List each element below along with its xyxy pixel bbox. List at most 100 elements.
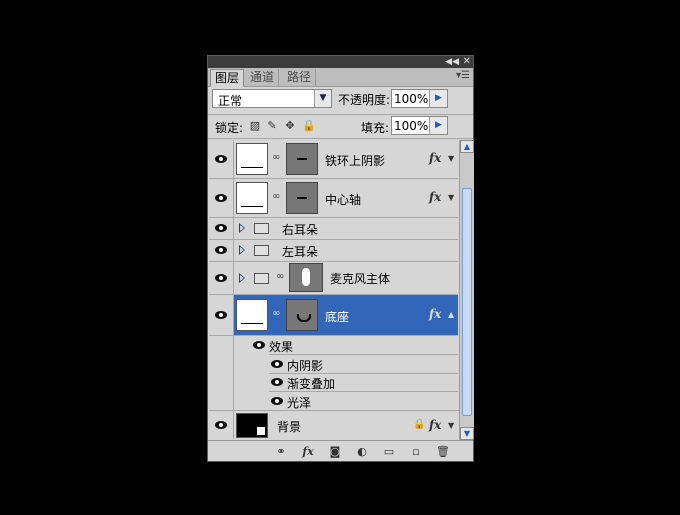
blank-cell <box>209 336 234 354</box>
visibility-toggle[interactable] <box>209 295 234 335</box>
effect-name[interactable]: 内阴影 <box>287 357 323 374</box>
opacity-field[interactable]: 100% ▶ <box>391 89 448 108</box>
eye-icon[interactable] <box>271 360 283 368</box>
group-row[interactable]: 右耳朵 <box>209 218 458 240</box>
eye-icon[interactable] <box>215 246 227 254</box>
expand-effects-icon[interactable]: ▼ <box>448 154 454 163</box>
panel-footer: ⚭ fx ◙ ◐ ▭ ▫ 🗑 <box>208 440 473 462</box>
tab-channels[interactable]: 通道 <box>246 69 280 86</box>
eye-icon[interactable] <box>271 397 283 405</box>
fx-icon[interactable]: fx <box>429 418 441 432</box>
scroll-up-icon[interactable]: ▲ <box>460 140 474 153</box>
layer-thumbnail <box>236 299 268 331</box>
layer-row-selected[interactable]: ∞ 底座 fx ▲ <box>209 295 458 336</box>
divider <box>233 336 234 410</box>
opacity-arrow-icon[interactable]: ▶ <box>429 90 447 107</box>
eye-icon[interactable] <box>271 378 283 386</box>
layer-thumbnail <box>236 143 268 175</box>
expand-triangle-icon[interactable] <box>239 273 245 283</box>
effect-item[interactable]: 光泽 <box>269 392 458 411</box>
tab-layers[interactable]: 图层 <box>210 69 245 87</box>
layer-name[interactable]: 铁环上阴影 <box>325 152 385 169</box>
effect-item[interactable]: 渐变叠加 <box>269 373 458 392</box>
layer-row[interactable]: ∞ 中心轴 fx ▼ <box>209 179 458 218</box>
folder-icon <box>254 245 269 256</box>
expand-triangle-icon[interactable] <box>239 245 245 255</box>
panel-menu-icon[interactable]: ▾☰ <box>456 70 470 81</box>
collapse-icon[interactable]: ◀◀ <box>445 56 459 68</box>
scrollbar-thumb[interactable] <box>462 188 472 416</box>
close-icon[interactable]: ✕ <box>463 56 471 68</box>
divider <box>208 114 473 115</box>
add-style-icon[interactable]: fx <box>301 445 315 458</box>
chevron-down-icon[interactable]: ▼ <box>314 90 331 107</box>
adjustment-layer-icon[interactable]: ◐ <box>355 445 369 458</box>
layer-name[interactable]: 底座 <box>325 308 349 325</box>
folder-icon <box>254 273 269 284</box>
eye-icon[interactable] <box>215 224 227 232</box>
eye-icon[interactable] <box>215 311 227 319</box>
layer-name[interactable]: 背景 <box>277 418 301 435</box>
layer-row[interactable]: ∞ 铁环上阴影 fx ▼ <box>209 140 458 179</box>
collapse-effects-icon[interactable]: ▲ <box>448 310 454 319</box>
scroll-down-icon[interactable]: ▼ <box>460 427 474 440</box>
opacity-label: 不透明度: <box>338 93 391 107</box>
layers-panel: ◀◀ ✕ 图层 通道 路径 ▾☰ 正常 ▼ 不透明度: 100% ▶ 锁定: ▨… <box>207 55 474 462</box>
link-layers-icon[interactable]: ⚭ <box>274 445 288 458</box>
lock-brush-icon[interactable]: ✎ <box>266 120 278 132</box>
group-row[interactable]: 左耳朵 <box>209 240 458 262</box>
fill-arrow-icon[interactable]: ▶ <box>429 117 447 134</box>
effects-row[interactable]: 效果 <box>209 336 458 354</box>
opacity-value: 100% <box>394 92 429 106</box>
new-group-icon[interactable]: ▭ <box>382 445 396 458</box>
visibility-toggle[interactable] <box>209 218 234 239</box>
expand-effects-icon[interactable]: ▼ <box>448 193 454 202</box>
lock-all-icon[interactable]: 🔒 <box>302 120 316 132</box>
group-name[interactable]: 右耳朵 <box>282 221 318 238</box>
group-name[interactable]: 左耳朵 <box>282 243 318 260</box>
expand-triangle-icon[interactable] <box>239 223 245 233</box>
visibility-toggle[interactable] <box>209 179 234 217</box>
group-name[interactable]: 麦克风主体 <box>330 270 390 287</box>
visibility-toggle[interactable] <box>209 262 234 294</box>
blend-opacity-row: 正常 ▼ 不透明度: 100% ▶ <box>208 86 473 116</box>
group-mask-thumbnail[interactable] <box>289 263 323 292</box>
effect-item[interactable]: 内阴影 <box>269 354 458 374</box>
fill-field[interactable]: 100% ▶ <box>391 116 448 135</box>
lock-move-icon[interactable]: ✥ <box>284 120 296 132</box>
divider <box>208 138 473 139</box>
group-row[interactable]: ∞ 麦克风主体 <box>209 262 458 295</box>
new-layer-icon[interactable]: ▫ <box>409 445 423 458</box>
eye-icon[interactable] <box>215 274 227 282</box>
visibility-toggle[interactable] <box>209 411 234 439</box>
layer-thumbnail <box>236 182 268 214</box>
effect-name[interactable]: 渐变叠加 <box>287 375 335 392</box>
eye-icon[interactable] <box>253 341 265 349</box>
layer-mask-thumbnail[interactable] <box>286 299 318 331</box>
eye-icon[interactable] <box>215 155 227 163</box>
effect-name[interactable]: 光泽 <box>287 394 311 411</box>
fx-icon[interactable]: fx <box>429 190 441 204</box>
expand-effects-icon[interactable]: ▼ <box>448 421 454 430</box>
lock-transparent-icon[interactable]: ▨ <box>249 120 261 132</box>
layer-mask-thumbnail[interactable] <box>286 143 318 175</box>
link-icon: ∞ <box>272 152 281 163</box>
fx-icon[interactable]: fx <box>429 307 441 321</box>
eye-icon[interactable] <box>215 421 227 429</box>
blend-mode-select[interactable]: 正常 ▼ <box>212 89 332 108</box>
tab-paths[interactable]: 路径 <box>283 69 317 86</box>
trash-icon[interactable]: 🗑 <box>436 445 450 458</box>
layer-scrollbar[interactable]: ▲ ▼ <box>459 140 474 440</box>
fill-value: 100% <box>394 119 429 133</box>
eye-icon[interactable] <box>215 194 227 202</box>
fx-icon[interactable]: fx <box>429 151 441 165</box>
layer-name[interactable]: 中心轴 <box>325 191 361 208</box>
lock-label: 锁定: <box>215 121 244 135</box>
layer-mask-thumbnail[interactable] <box>286 182 318 214</box>
visibility-toggle[interactable] <box>209 240 234 261</box>
lock-icon: 🔒 <box>413 419 426 430</box>
layer-list: ∞ 铁环上阴影 fx ▼ ∞ 中心轴 fx ▼ 右耳朵 左耳朵 ∞ 麦克风主体 … <box>209 140 459 440</box>
background-layer-row[interactable]: 背景 🔒 fx ▼ <box>209 411 458 439</box>
add-mask-icon[interactable]: ◙ <box>328 445 342 458</box>
visibility-toggle[interactable] <box>209 140 234 178</box>
